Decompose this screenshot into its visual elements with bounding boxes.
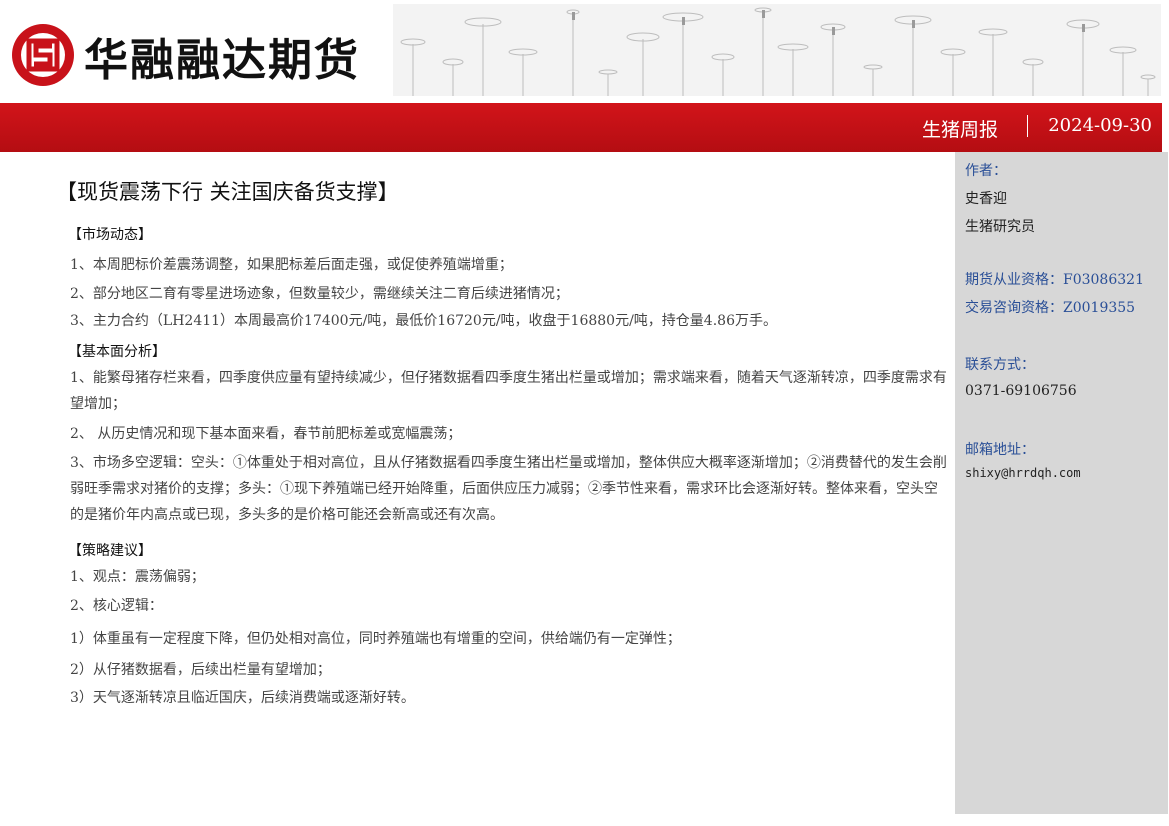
title-divider <box>1027 115 1028 137</box>
author-name: 史香迎 <box>965 191 1007 207</box>
market-item-1: 1、本周肥标价差震荡调整，如果肥标差后面走强，或促使养殖端增重； <box>70 257 513 273</box>
author-sidebar: 作者： 史香迎 生猪研究员 期货从业资格：F03086321 交易咨询资格：Z0… <box>955 152 1168 814</box>
trading-qualification: 交易咨询资格：Z0019355 <box>965 300 1136 316</box>
strategy-item-2: 2、核心逻辑： <box>70 598 163 614</box>
strategy-item-5: 3）天气逐渐转凉且临近国庆，后续消费端或逐渐好转。 <box>70 690 415 706</box>
fundamentals-item-2: 2、 从历史情况和现下基本面来看，春节前肥标差或宽幅震荡； <box>70 426 462 442</box>
market-item-3: 3、主力合约（LH2411）本周最高价17400元/吨，最低价16720元/吨，… <box>70 313 777 329</box>
market-item-2: 2、部分地区二育有零星进场迹象，但数量较少，需继续关注二育后续进猪情况； <box>70 286 569 302</box>
futures-qualification: 期货从业资格：F03086321 <box>965 272 1144 288</box>
report-body: 【现货震荡下行 关注国庆备货支撑】 【市场动态】 1、本周肥标价差震荡调整，如果… <box>0 152 955 826</box>
report-headline: 【现货震荡下行 关注国庆备货支撑】 <box>56 180 399 204</box>
company-name: 华融融达期货 <box>84 35 360 86</box>
strategy-item-1: 1、观点：震荡偏弱； <box>70 569 205 585</box>
section-title-market: 【市场动态】 <box>68 227 152 243</box>
email-address[interactable]: shixy@hrrdqh.com <box>965 466 1081 480</box>
author-label: 作者： <box>965 163 1007 179</box>
contact-phone: 0371-69106756 <box>965 383 1077 399</box>
company-logo-icon <box>12 24 74 86</box>
strategy-item-4: 2）从仔猪数据看，后续出栏量有望增加； <box>70 662 331 678</box>
section-title-fundamentals: 【基本面分析】 <box>68 344 166 360</box>
fundamentals-item-1: 1、能繁母猪存栏来看，四季度供应量有望持续减少，但仔猪数据看四季度生猪出栏量或增… <box>70 370 947 412</box>
report-title-bar: 生猪周报 2024-09-30 <box>0 103 1162 152</box>
report-type: 生猪周报 <box>921 119 998 141</box>
strategy-item-3: 1）体重虽有一定程度下降，但仍处相对高位，同时养殖端也有增重的空间，供给端仍有一… <box>70 631 681 647</box>
author-title: 生猪研究员 <box>965 219 1035 235</box>
header-banner-image <box>393 4 1161 96</box>
fundamentals-item-3: 3、市场多空逻辑：空头：①体重处于相对高位，且从仔猪数据看四季度生猪出栏量或增加… <box>70 455 947 523</box>
email-label: 邮箱地址： <box>965 442 1035 458</box>
section-title-strategy: 【策略建议】 <box>68 543 152 559</box>
contact-label: 联系方式： <box>965 357 1035 373</box>
company-logo-area: 华融融达期货 <box>0 0 390 102</box>
report-date: 2024-09-30 <box>1048 115 1152 136</box>
